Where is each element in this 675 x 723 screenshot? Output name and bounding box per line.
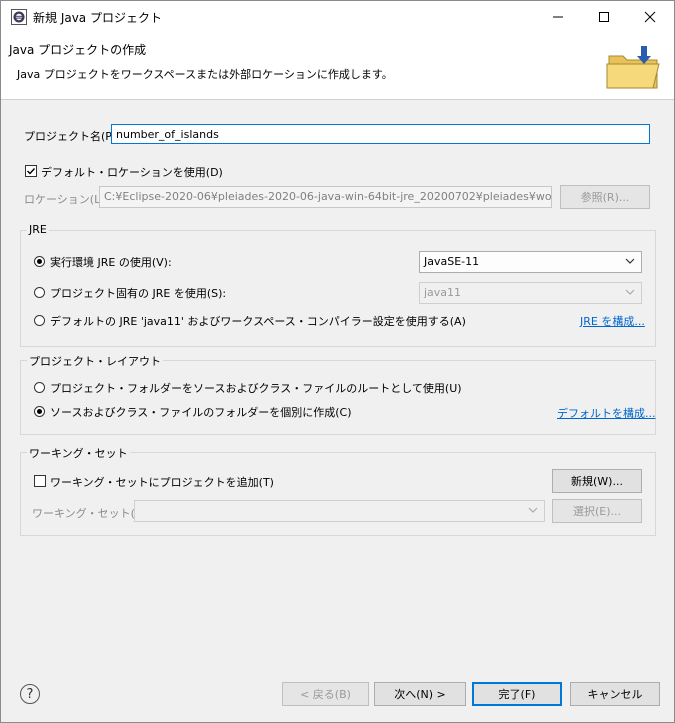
project-layout-group-title: プロジェクト・レイアウト: [27, 353, 163, 369]
default-location-label[interactable]: デフォルト・ロケーションを使用(D): [41, 164, 223, 180]
location-input: C:¥Eclipse-2020-06¥pleiades-2020-06-java…: [99, 186, 552, 208]
folder-wizard-icon: [606, 46, 660, 89]
working-set-select[interactable]: [134, 500, 545, 522]
chevron-down-icon: [625, 289, 635, 295]
project-name-input[interactable]: [111, 124, 650, 144]
wizard-title: Java プロジェクトの作成: [9, 43, 147, 57]
help-icon: ?: [26, 686, 34, 702]
jre-project-label[interactable]: プロジェクト固有の JRE を使用(S):: [50, 285, 226, 301]
layout-root-label[interactable]: プロジェクト・フォルダーをソースおよびクラス・ファイルのルートとして使用(U): [50, 380, 462, 396]
finish-button[interactable]: 完了(F): [472, 682, 562, 706]
jre-env-select-value: JavaSE-11: [424, 255, 480, 268]
new-working-set-button[interactable]: 新規(W)...: [552, 469, 642, 493]
jre-project-radio[interactable]: [34, 287, 45, 298]
jre-env-label[interactable]: 実行環境 JRE の使用(V):: [50, 254, 172, 270]
project-name-label: プロジェクト名(P):: [24, 130, 120, 143]
next-button[interactable]: 次へ(N) >: [374, 682, 466, 706]
jre-default-label[interactable]: デフォルトの JRE 'java11' およびワークスペース・コンパイラー設定を…: [50, 313, 466, 329]
layout-separate-radio[interactable]: [34, 406, 45, 417]
checkmark-icon: [27, 168, 36, 175]
jre-project-select[interactable]: java11: [419, 282, 642, 304]
minimize-icon: [553, 16, 563, 18]
jre-group-title: JRE: [27, 223, 49, 236]
close-icon: [644, 11, 656, 23]
jre-env-radio[interactable]: [34, 256, 45, 267]
close-button[interactable]: [627, 1, 673, 33]
configure-jre-link[interactable]: JRE を構成...: [580, 313, 645, 329]
working-set-group: [20, 452, 656, 536]
wizard-header: Java プロジェクトの作成 Java プロジェクトをワークスペースまたは外部ロ…: [1, 33, 674, 100]
minimize-button[interactable]: [535, 1, 581, 33]
add-working-set-label[interactable]: ワーキング・セットにプロジェクトを追加(T): [50, 474, 274, 490]
chevron-down-icon: [625, 258, 635, 264]
location-label: ロケーション(L):: [24, 193, 109, 206]
eclipse-app-icon: [11, 9, 27, 25]
working-set-group-title: ワーキング・セット: [27, 445, 130, 461]
layout-root-radio[interactable]: [34, 382, 45, 393]
select-working-set-button[interactable]: 選択(E)...: [552, 499, 642, 523]
layout-separate-label[interactable]: ソースおよびクラス・ファイルのフォルダーを個別に作成(C): [50, 404, 352, 420]
default-location-checkbox[interactable]: [25, 165, 37, 177]
project-layout-group: [20, 360, 656, 435]
help-button[interactable]: ?: [20, 684, 40, 704]
jre-env-select[interactable]: JavaSE-11: [419, 251, 642, 273]
maximize-button[interactable]: [581, 1, 627, 33]
wizard-description: Java プロジェクトをワークスペースまたは外部ロケーションに作成します。: [17, 68, 393, 81]
window-title: 新規 Java プロジェクト: [33, 11, 162, 25]
back-button[interactable]: < 戻る(B): [282, 682, 369, 706]
title-bar: 新規 Java プロジェクト: [1, 1, 674, 33]
cancel-button[interactable]: キャンセル: [570, 682, 660, 706]
chevron-down-icon: [528, 507, 538, 513]
configure-default-link[interactable]: デフォルトを構成...: [557, 405, 656, 421]
add-working-set-checkbox[interactable]: [34, 475, 46, 487]
browse-button[interactable]: 参照(R)...: [560, 185, 650, 209]
maximize-icon: [599, 12, 609, 22]
jre-default-radio[interactable]: [34, 315, 45, 326]
dialog-window: 新規 Java プロジェクト Java プロジェクトの作成 Java プロジェク…: [0, 0, 675, 723]
jre-project-select-value: java11: [424, 286, 462, 299]
